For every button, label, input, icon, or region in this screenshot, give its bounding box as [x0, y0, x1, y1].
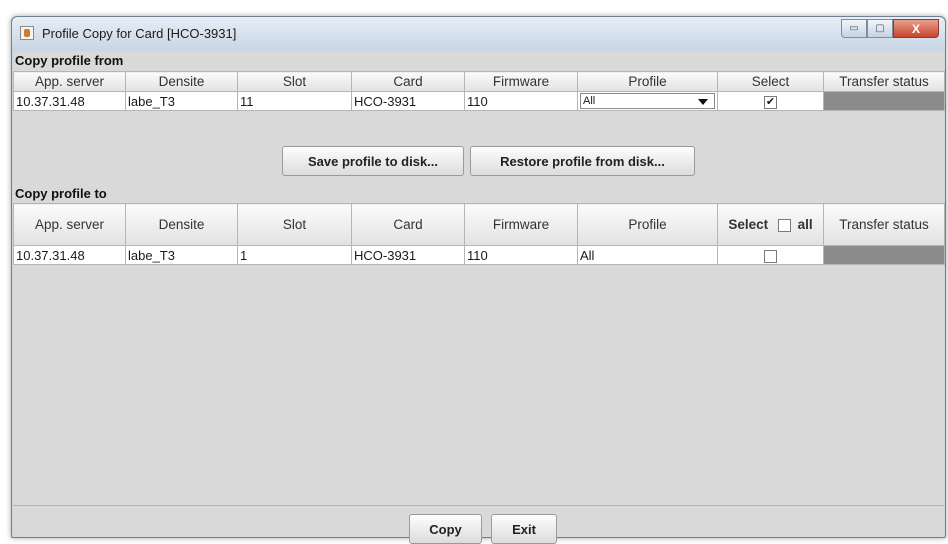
- cell-densite[interactable]: labe_T3: [125, 245, 238, 265]
- col-card[interactable]: Card: [351, 71, 465, 92]
- col-app-server[interactable]: App. server: [13, 203, 126, 246]
- dialog-content: Copy profile from App. server Densite Sl…: [13, 51, 945, 544]
- col-app-server[interactable]: App. server: [13, 71, 126, 92]
- col-select[interactable]: Select: [717, 71, 824, 92]
- cell-app-server[interactable]: 10.37.31.48: [13, 245, 126, 265]
- minimize-icon: ▭: [849, 23, 859, 34]
- maximize-button[interactable]: ▢: [867, 19, 893, 38]
- profile-dropdown-value: All: [583, 95, 596, 107]
- profile-copy-window: Profile Copy for Card [HCO-3931] ▭ ▢ X C…: [11, 16, 946, 544]
- col-profile[interactable]: Profile: [577, 203, 718, 246]
- col-select[interactable]: Select all: [717, 203, 824, 246]
- footer-divider: [13, 505, 944, 506]
- window-controls: ▭ ▢ X: [841, 19, 939, 39]
- table-row[interactable]: 10.37.31.48 labe_T3 1 HCO-3931 110 All: [13, 245, 945, 265]
- minimize-button[interactable]: ▭: [841, 19, 867, 38]
- window-title: Profile Copy for Card [HCO-3931]: [42, 26, 237, 41]
- col-firmware[interactable]: Firmware: [464, 71, 578, 92]
- copy-to-table: App. server Densite Slot Card Firmware P…: [13, 203, 945, 265]
- cell-transfer-status: [823, 91, 945, 111]
- cell-select[interactable]: ✔: [717, 91, 824, 111]
- copy-button[interactable]: Copy: [409, 514, 482, 544]
- copy-to-header-row: App. server Densite Slot Card Firmware P…: [13, 203, 945, 246]
- table-row[interactable]: 10.37.31.48 labe_T3 11 HCO-3931 110 All …: [13, 91, 945, 111]
- col-densite[interactable]: Densite: [125, 203, 238, 246]
- col-densite[interactable]: Densite: [125, 71, 238, 92]
- select-checkbox-from[interactable]: ✔: [764, 95, 777, 109]
- cell-profile[interactable]: All: [577, 245, 718, 265]
- col-card[interactable]: Card: [351, 203, 465, 246]
- col-transfer-status[interactable]: Transfer status: [823, 203, 945, 246]
- select-all-checkbox[interactable]: [777, 218, 791, 232]
- col-slot[interactable]: Slot: [237, 203, 352, 246]
- close-button[interactable]: X: [893, 19, 939, 38]
- cell-transfer-status: [823, 245, 945, 265]
- close-icon: X: [911, 21, 920, 36]
- cell-select[interactable]: [717, 245, 824, 265]
- cell-firmware[interactable]: 110: [464, 91, 578, 111]
- select-all-label: all: [797, 217, 813, 232]
- cell-card[interactable]: HCO-3931: [351, 91, 465, 111]
- maximize-icon: ▢: [875, 23, 885, 34]
- chevron-down-icon[interactable]: [698, 99, 708, 105]
- exit-button[interactable]: Exit: [491, 514, 557, 544]
- title-bar[interactable]: Profile Copy for Card [HCO-3931] ▭ ▢ X: [12, 17, 945, 51]
- cell-card[interactable]: HCO-3931: [351, 245, 465, 265]
- cell-densite[interactable]: labe_T3: [125, 91, 238, 111]
- java-app-icon: [20, 26, 34, 40]
- copy-from-label: Copy profile from: [15, 53, 124, 68]
- cell-profile[interactable]: All: [577, 91, 718, 111]
- cell-firmware[interactable]: 110: [464, 245, 578, 265]
- col-profile[interactable]: Profile: [577, 71, 718, 92]
- col-transfer-status[interactable]: Transfer status: [823, 71, 945, 92]
- cell-slot[interactable]: 1: [237, 245, 352, 265]
- col-firmware[interactable]: Firmware: [464, 203, 578, 246]
- col-slot[interactable]: Slot: [237, 71, 352, 92]
- copy-from-table: App. server Densite Slot Card Firmware P…: [13, 71, 945, 111]
- restore-profile-from-disk-button[interactable]: Restore profile from disk...: [470, 146, 695, 176]
- save-profile-to-disk-button[interactable]: Save profile to disk...: [282, 146, 464, 176]
- cell-slot[interactable]: 11: [237, 91, 352, 111]
- profile-dropdown[interactable]: All: [580, 93, 715, 109]
- cell-app-server[interactable]: 10.37.31.48: [13, 91, 126, 111]
- select-label: Select: [728, 217, 769, 232]
- copy-from-header-row: App. server Densite Slot Card Firmware P…: [13, 71, 945, 92]
- select-checkbox-to[interactable]: [764, 249, 777, 263]
- copy-to-label: Copy profile to: [15, 186, 107, 201]
